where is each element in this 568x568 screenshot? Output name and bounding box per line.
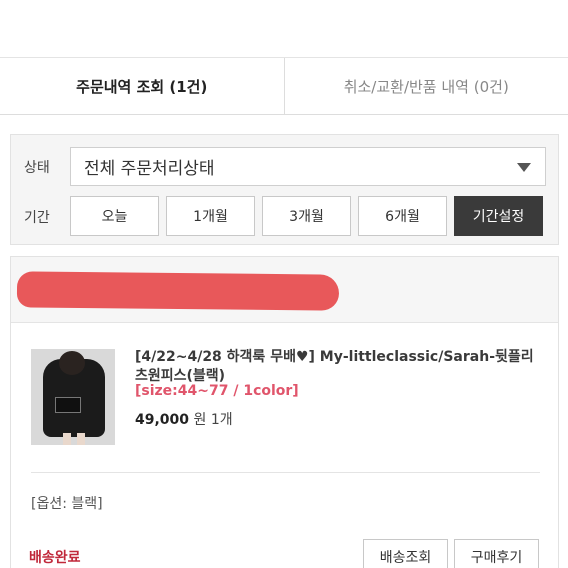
handbag [55, 397, 81, 413]
period-6month-button[interactable]: 6개월 [358, 196, 447, 236]
top-bar [0, 0, 568, 58]
model-head [59, 351, 85, 375]
period-button-group: 오늘 1개월 3개월 6개월 기간설정 [70, 196, 543, 236]
status-label: 상태 [24, 160, 50, 176]
product-thumbnail[interactable] [31, 349, 115, 445]
status-select[interactable]: 전체 주문처리상태 [70, 147, 546, 186]
period-3month-button[interactable]: 3개월 [262, 196, 351, 236]
status-select-value: 전체 주문처리상태 [84, 159, 215, 179]
currency: 원 [193, 412, 207, 428]
period-1month-button[interactable]: 1개월 [166, 196, 255, 236]
product-size: [size:44~77 / 1color] [135, 383, 299, 399]
price-line: 49,000 원 1개 [135, 409, 233, 429]
product-quantity: 1개 [210, 412, 233, 428]
tab-order-history[interactable]: 주문내역 조회 (1건) [0, 58, 285, 114]
period-label: 기간 [24, 210, 50, 226]
order-filter-panel: 상태 전체 주문처리상태 기간 오늘 1개월 3개월 6개월 기간설정 [10, 134, 559, 245]
order-tabs: 주문내역 조회 (1건) 취소/교환/반품 내역 (0건) [0, 58, 568, 115]
order-header [11, 257, 558, 323]
product-price: 49,000 [135, 412, 190, 428]
delivery-status: 배송완료 [29, 550, 81, 566]
product-option: [옵션: 블랙] [31, 496, 103, 512]
section-gap [0, 115, 568, 134]
write-review-button[interactable]: 구매후기 [454, 539, 539, 568]
chevron-down-icon [517, 163, 531, 172]
tab-cancel-exchange-return[interactable]: 취소/교환/반품 내역 (0건) [285, 58, 568, 114]
period-today-button[interactable]: 오늘 [70, 196, 159, 236]
model-leg [63, 433, 71, 445]
divider [31, 472, 540, 473]
order-card: [4/22~4/28 하객룩 무배♥] My-littleclassic/Sar… [10, 256, 559, 568]
track-delivery-button[interactable]: 배송조회 [363, 539, 448, 568]
period-custom-button[interactable]: 기간설정 [454, 196, 543, 236]
model-leg [77, 433, 85, 445]
product-name-link[interactable]: [4/22~4/28 하객룩 무배♥] My-littleclassic/Sar… [135, 348, 540, 386]
redaction-mark [16, 271, 340, 311]
